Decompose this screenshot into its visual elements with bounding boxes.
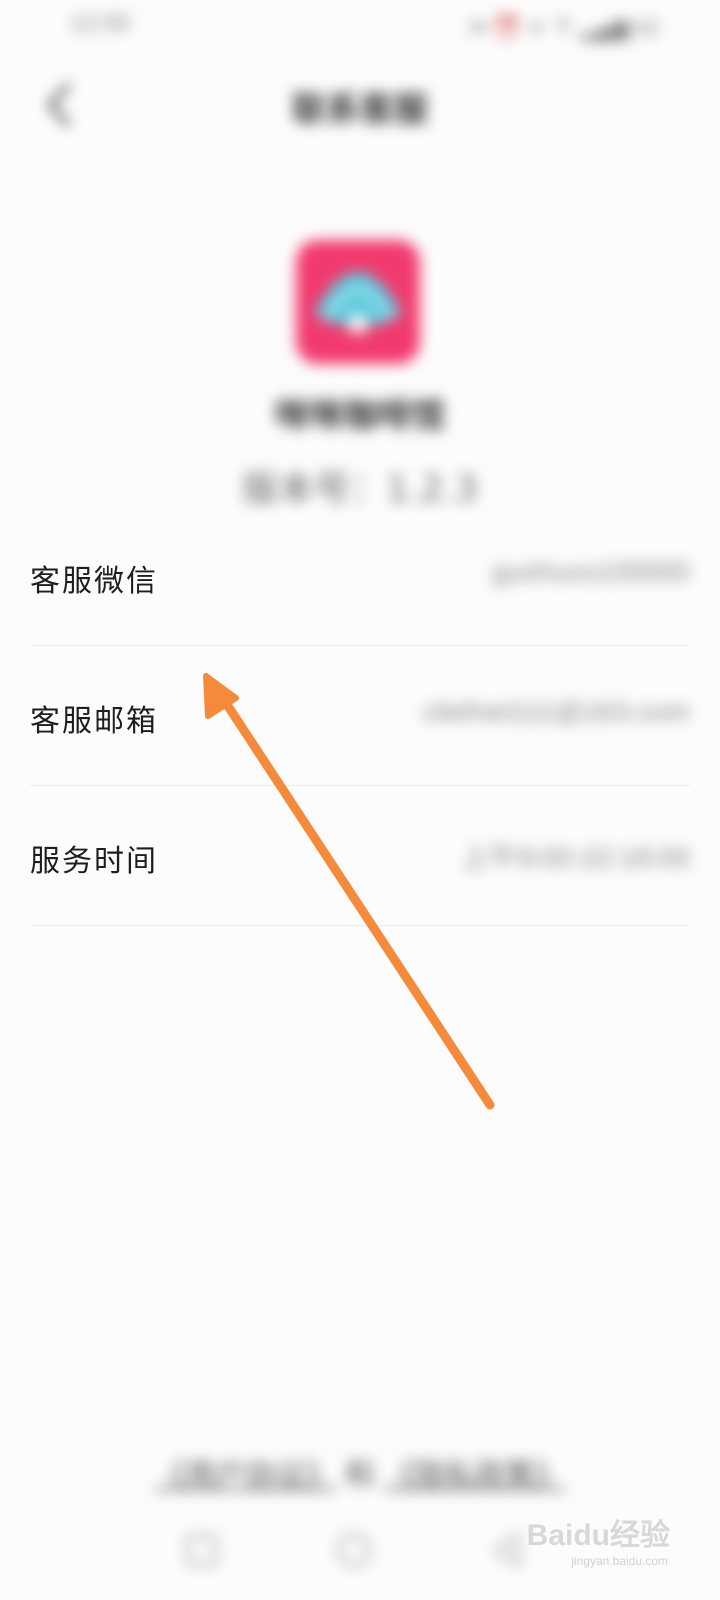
privacy-policy-link[interactable]: 《隐私政策》 [385,1458,565,1493]
app-version: 版本号：1.2.3 [242,469,478,510]
navbar: 联系客服 [0,70,720,140]
info-row-service-time[interactable]: 服务时间 上午9:00-22:18:00 [30,786,690,926]
footer-separator: 和 [335,1458,385,1493]
baidu-watermark-url: jingyan.baidu.com [571,1554,668,1568]
row-label: 客服邮箱 [30,704,158,739]
status-icons: ✉ ⏰ ✦ 〒 ▂▄▆ 62 [469,15,660,40]
footer-links: 《用户协议》 和 《隐私政策》 [0,1450,720,1494]
app-logo-icon [296,240,420,364]
app-name: 咪咪咖啡馆 [275,396,445,436]
recent-apps-icon[interactable] [182,1530,222,1570]
status-time: 12:00 [70,10,131,37]
info-row-wechat[interactable]: 客服微信 gushuxs100000 [30,506,690,646]
row-label: 服务时间 [30,844,158,879]
info-row-email[interactable]: 客服邮箱 cliefnet111@163.com [30,646,690,786]
row-value: cliefnet111@163.com [422,696,690,727]
row-value: gushuxs100000 [492,556,690,587]
user-agreement-link[interactable]: 《用户协议》 [155,1458,335,1493]
row-label: 客服微信 [30,564,158,599]
contact-info-list: 客服微信 gushuxs100000 客服邮箱 cliefnet111@163.… [30,506,690,926]
home-icon[interactable] [334,1530,374,1570]
back-nav-icon[interactable] [488,1530,528,1570]
page-title: 联系客服 [292,90,428,130]
baidu-watermark: Baidu经验 [526,1519,670,1552]
row-value: 上午9:00-22:18:00 [461,842,690,873]
status-bar: 12:00 ✉ ⏰ ✦ 〒 ▂▄▆ 62 [0,0,720,48]
